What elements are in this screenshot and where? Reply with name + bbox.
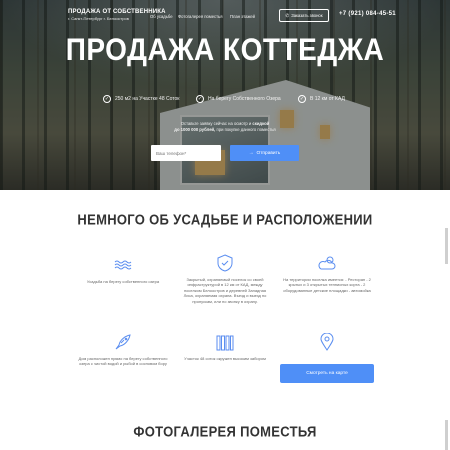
check-icon: ✓ xyxy=(196,95,204,103)
phone-icon: ✆ xyxy=(285,12,290,18)
side-scroll-indicator[interactable] xyxy=(445,228,448,264)
feature-card-infrastructure-text: На территории поселка имеется: - Рестора… xyxy=(283,277,371,293)
hero-feature-lake: ✓ На берегу Собственного Озера xyxy=(196,94,281,104)
nav-link-gallery[interactable]: Фотогалерея поместья xyxy=(178,14,223,19)
hero-section: ПРОДАЖА ОТ СОБСТВЕННИКА г. Санкт-Петербу… xyxy=(0,0,450,190)
hero-feature-distance: ✓ В 12 км от КАД xyxy=(298,94,345,104)
callback-button[interactable]: ✆ Заказать звонок xyxy=(279,9,329,22)
waves-icon xyxy=(113,256,133,274)
hero-feature-lake-label: На берегу Собственного Озера xyxy=(208,96,281,102)
logo-subtitle: г. Санкт-Петербург г. Белоостров xyxy=(68,16,129,21)
cloud-sun-icon xyxy=(317,254,337,272)
gallery-section-title: ФОТОГАЛЕРЕЯ ПОМЕСТЬЯ xyxy=(133,423,317,440)
side-scroll-indicator-lower[interactable] xyxy=(445,420,448,450)
hero-feature-area: ✓ 250 м2 на Участке 48 Соток xyxy=(103,94,179,104)
feature-card-location xyxy=(282,333,372,351)
check-icon: ✓ xyxy=(298,95,306,103)
nav-link-floor-plans[interactable]: План этажей xyxy=(230,14,255,19)
check-icon: ✓ xyxy=(103,95,111,103)
feature-card-fence: Участок 48 соток окружен высоким забором xyxy=(180,333,270,361)
hero-title: ПРОДАЖА КОТТЕДЖА xyxy=(65,32,385,67)
feature-card-infrastructure: На территории поселка имеется: - Рестора… xyxy=(282,254,372,293)
callback-button-label: Заказать звонок xyxy=(291,13,323,18)
nav-link-about[interactable]: Об усадьбе xyxy=(150,14,173,19)
feature-card-fishing-text: Дом расположен прямо на берегу собственн… xyxy=(78,356,168,367)
hero-feature-distance-label: В 12 км от КАД xyxy=(310,96,345,102)
shield-icon xyxy=(215,254,235,272)
feature-card-fishing: Дом расположен прямо на берегу собственн… xyxy=(78,333,168,367)
about-section-title: НЕМНОГО ОБ УСАДЬБЕ И РАСПОЛОЖЕНИИ xyxy=(77,211,373,228)
fish-icon xyxy=(113,333,133,351)
header-phone[interactable]: +7 (921) 084-45-51 xyxy=(339,11,396,17)
hero-feature-area-label: 250 м2 на Участке 48 Соток xyxy=(115,96,180,102)
arrow-right-icon: → xyxy=(248,150,254,156)
map-pin-icon xyxy=(317,333,337,351)
feature-card-fence-text: Участок 48 соток окружен высоким забором xyxy=(184,356,266,361)
send-button[interactable]: → Отправить xyxy=(230,145,299,161)
offer-text: Оставьте заявку сейчас на осмотр и скидк… xyxy=(174,121,276,132)
feature-card-security-text: Закрытый, охраняемый поселок со своей ин… xyxy=(183,277,267,304)
feature-card-lake-text: Усадьба на берегу собственного озера xyxy=(86,279,160,284)
feature-card-lake: Усадьба на берегу собственного озера xyxy=(78,256,168,284)
view-on-map-button[interactable]: Смотреть на карте xyxy=(280,364,374,383)
feature-card-security: Закрытый, охраняемый поселок со своей ин… xyxy=(180,254,270,304)
fence-icon xyxy=(215,333,235,351)
send-button-label: Отправить xyxy=(256,150,281,156)
phone-input[interactable] xyxy=(151,145,221,161)
top-navigation: ПРОДАЖА ОТ СОБСТВЕННИКА г. Санкт-Петербу… xyxy=(0,4,450,22)
